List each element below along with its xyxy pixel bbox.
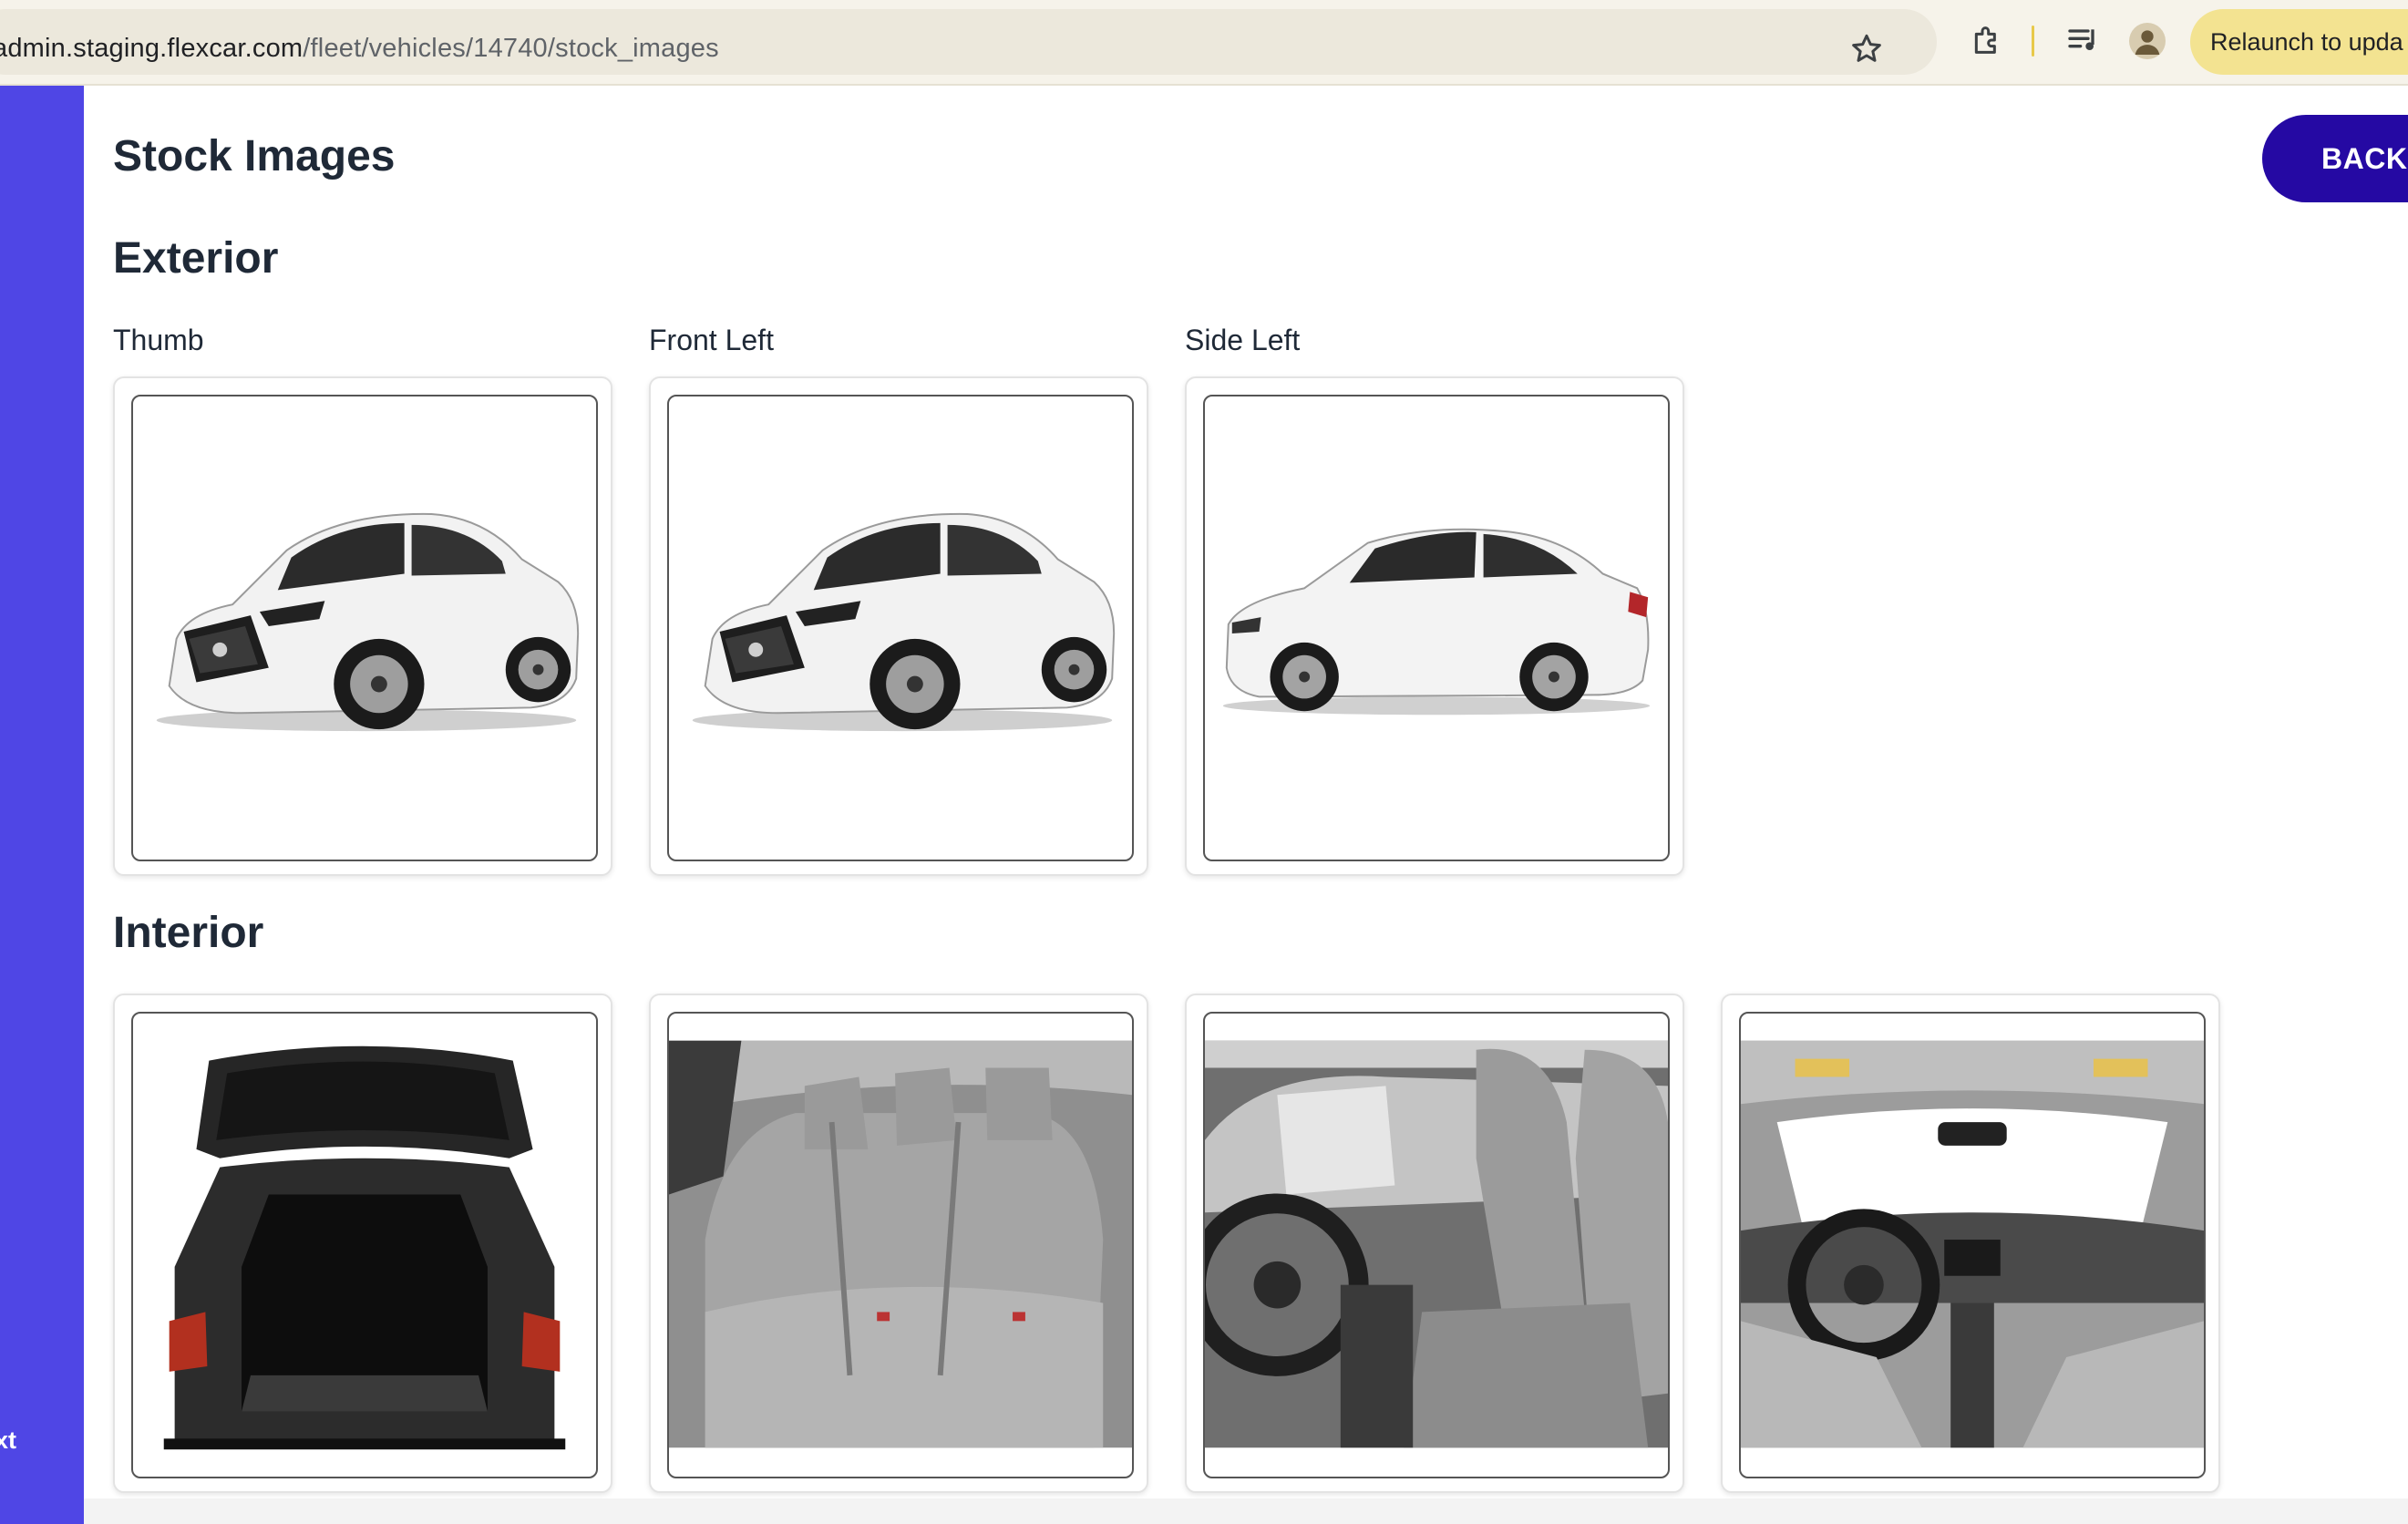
extensions-icon[interactable]: [1969, 22, 2005, 58]
back-button[interactable]: BACK: [2262, 115, 2408, 202]
exterior-side-left-card[interactable]: [1185, 376, 1684, 876]
interior-dashboard-image[interactable]: [1739, 1012, 2206, 1478]
car-rear-seats-image: [669, 1040, 1132, 1448]
url-path: /fleet/vehicles/14740/stock_images: [303, 34, 719, 63]
interior-trunk-image[interactable]: [131, 1012, 598, 1478]
exterior-heading: Exterior: [113, 234, 279, 283]
car-front-three-quarter-image: [156, 512, 580, 732]
car-dashboard-image: [1741, 1040, 2204, 1448]
interior-heading: Interior: [113, 909, 264, 957]
page-bottom-edge: [84, 1498, 2408, 1524]
image-label-front-left: Front Left: [649, 324, 774, 356]
image-label-side-left: Side Left: [1185, 324, 1301, 356]
interior-front-seats-image[interactable]: [1203, 1012, 1670, 1478]
exterior-thumb-image[interactable]: [131, 395, 598, 861]
car-open-trunk-image: [163, 1045, 566, 1450]
profile-avatar-icon[interactable]: [2129, 23, 2166, 59]
interior-dashboard-card[interactable]: [1721, 994, 2220, 1493]
sidebar: xt: [0, 86, 84, 1524]
image-label-thumb: Thumb: [113, 324, 204, 356]
car-front-seats-image: [1205, 1040, 1668, 1448]
media-control-icon[interactable]: [2065, 22, 2102, 58]
interior-rear-seats-card[interactable]: [649, 994, 1148, 1493]
car-front-three-quarter-image: [692, 512, 1116, 732]
toolbar-separator: [2032, 26, 2034, 57]
exterior-front-left-card[interactable]: [649, 376, 1148, 876]
bookmark-star-icon[interactable]: [1848, 31, 1885, 67]
url-text[interactable]: admin.staging.flexcar.com/fleet/vehicles…: [0, 34, 719, 64]
sidebar-item-label[interactable]: xt: [0, 1426, 16, 1455]
car-side-profile-image: [1222, 528, 1651, 716]
exterior-front-left-image[interactable]: [667, 395, 1134, 861]
url-host: admin.staging.flexcar.com: [0, 34, 304, 63]
exterior-thumb-card[interactable]: [113, 376, 612, 876]
exterior-side-left-image[interactable]: [1203, 395, 1670, 861]
relaunch-to-update-button[interactable]: Relaunch to upda: [2190, 9, 2408, 75]
browser-toolbar: admin.staging.flexcar.com/fleet/vehicles…: [0, 0, 2408, 86]
page-title: Stock Images: [113, 132, 396, 180]
interior-front-seats-card[interactable]: [1185, 994, 1684, 1493]
interior-trunk-card[interactable]: [113, 994, 612, 1493]
interior-rear-seats-image[interactable]: [667, 1012, 1134, 1478]
address-bar[interactable]: admin.staging.flexcar.com/fleet/vehicles…: [0, 9, 1937, 75]
